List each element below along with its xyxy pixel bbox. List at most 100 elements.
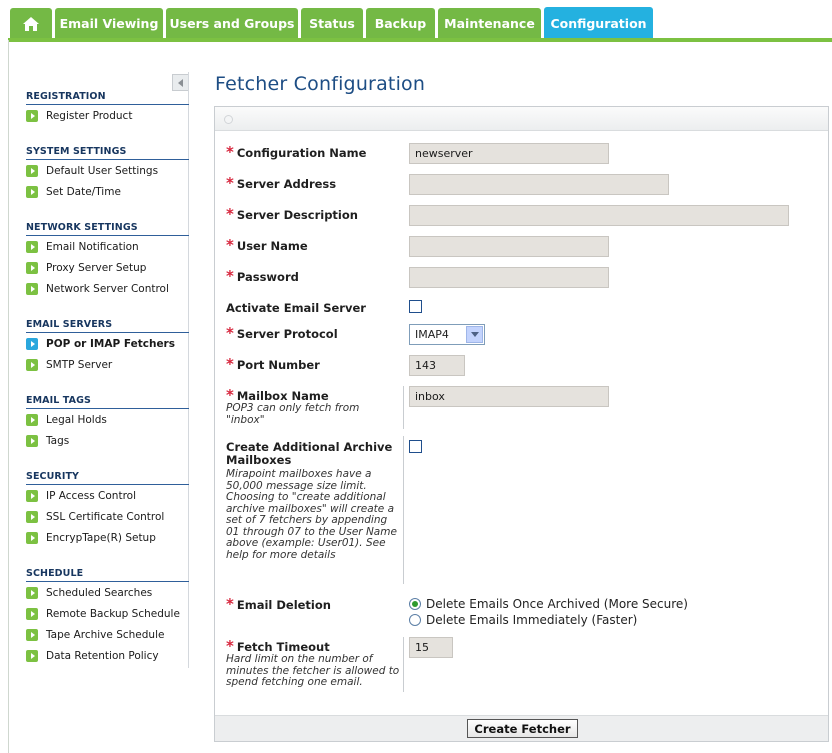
home-icon (23, 16, 39, 31)
create-archive-mailboxes-note: Mirapoint mailboxes have a 50,000 messag… (226, 468, 397, 561)
mailbox-name-field[interactable]: inbox (409, 386, 609, 407)
required-star-icon: * (226, 637, 234, 655)
radio-unselected-icon (409, 614, 421, 626)
activate-email-server-label: Activate Email Server (226, 301, 366, 315)
label-text: User Name (236, 238, 308, 253)
sidebar-item-network-server-control[interactable]: Network Server Control (26, 281, 169, 297)
create-archive-mailboxes-checkbox[interactable] (409, 440, 422, 453)
row-divider (403, 386, 404, 429)
server-protocol-select[interactable]: IMAP4 (409, 324, 485, 345)
arrow-bullet-icon (26, 532, 38, 544)
sidebar-item-remote-backup-schedule[interactable]: Remote Backup Schedule (26, 606, 180, 622)
delete-immediately-radio[interactable]: Delete Emails Immediately (Faster) (409, 612, 637, 628)
chevron-down-icon (466, 326, 483, 343)
delete-once-archived-radio[interactable]: Delete Emails Once Archived (More Secure… (409, 596, 688, 612)
sidebar-item-label: Register Product (46, 110, 133, 122)
sidebar-item-scheduled-searches[interactable]: Scheduled Searches (26, 585, 152, 601)
tab-home[interactable] (10, 8, 52, 39)
arrow-bullet-icon (26, 608, 38, 620)
fetch-timeout-field[interactable]: 15 (409, 637, 453, 658)
config-name-field[interactable]: newserver (409, 143, 609, 164)
radio-label: Delete Emails Once Archived (More Secure… (426, 597, 688, 611)
port-number-label: * Port Number (226, 357, 320, 372)
label-text: Email Deletion (236, 597, 331, 612)
content-frame-edge (8, 40, 9, 753)
panel-footer: Create Fetcher (215, 715, 828, 741)
sidebar-item-label: Set Date/Time (46, 186, 121, 198)
sidebar-item-label: Tape Archive Schedule (46, 629, 165, 641)
sidebar-item-tape-archive-schedule[interactable]: Tape Archive Schedule (26, 627, 164, 643)
sidebar-item-label: Remote Backup Schedule (46, 608, 180, 620)
tab-status[interactable]: Status (301, 8, 363, 39)
sidebar-item-smtp-server[interactable]: SMTP Server (26, 357, 112, 373)
tab-configuration[interactable]: Configuration (544, 7, 653, 40)
required-star-icon: * (226, 174, 234, 192)
sidebar-item-data-retention-policy[interactable]: Data Retention Policy (26, 648, 159, 664)
create-archive-mailboxes-label: Create Additional Archive Mailboxes (226, 441, 404, 467)
sidebar-item-label: POP or IMAP Fetchers (46, 338, 175, 350)
label-text: Configuration Name (236, 145, 367, 160)
password-field[interactable] (409, 267, 609, 288)
config-name-label: * Configuration Name (226, 145, 366, 160)
arrow-bullet-icon (26, 283, 38, 295)
server-protocol-label: * Server Protocol (226, 326, 338, 341)
sidebar-item-proxy-server-setup[interactable]: Proxy Server Setup (26, 260, 146, 276)
create-fetcher-button[interactable]: Create Fetcher (467, 719, 578, 738)
arrow-bullet-icon (26, 629, 38, 641)
sidebar-item-pop-imap-fetchers[interactable]: POP or IMAP Fetchers (26, 336, 175, 352)
sidebar-item-ssl-certificate-control[interactable]: SSL Certificate Control (26, 509, 164, 525)
activate-email-server-checkbox[interactable] (409, 300, 422, 313)
tab-maintenance[interactable]: Maintenance (438, 8, 541, 39)
required-star-icon: * (226, 143, 234, 161)
password-label: * Password (226, 269, 299, 284)
arrow-bullet-icon (26, 359, 38, 371)
label-text: Mailbox Name (236, 388, 329, 403)
sidebar-item-label: Data Retention Policy (46, 650, 159, 662)
sidebar-section-security: SECURITY (26, 471, 189, 485)
sidebar-item-ip-access-control[interactable]: IP Access Control (26, 488, 136, 504)
page-title: Fetcher Configuration (215, 73, 426, 95)
circle-icon (224, 115, 233, 124)
arrow-bullet-icon (26, 511, 38, 523)
tab-backup[interactable]: Backup (366, 8, 435, 39)
sidebar-item-encryptape-setup[interactable]: EncrypTape(R) Setup (26, 530, 156, 546)
fetch-timeout-label: * Fetch Timeout (226, 639, 330, 654)
label-text: Server Description (236, 207, 358, 222)
arrow-bullet-icon (26, 110, 38, 122)
sidebar-item-tags[interactable]: Tags (26, 433, 69, 449)
sidebar: REGISTRATION Register Product SYSTEM SET… (26, 72, 189, 668)
sidebar-item-label: SSL Certificate Control (46, 511, 165, 523)
sidebar-item-email-notification[interactable]: Email Notification (26, 239, 139, 255)
label-text: Fetch Timeout (236, 639, 330, 654)
sidebar-item-default-user-settings[interactable]: Default User Settings (26, 163, 158, 179)
label-text: Password (236, 269, 299, 284)
mailbox-name-label: * Mailbox Name (226, 388, 329, 403)
server-description-field[interactable] (409, 205, 789, 226)
sidebar-item-set-date-time[interactable]: Set Date/Time (26, 184, 121, 200)
row-divider (403, 637, 404, 692)
port-number-field[interactable]: 143 (409, 355, 465, 376)
sidebar-item-label: Legal Holds (46, 414, 107, 426)
sidebar-item-label: IP Access Control (46, 490, 137, 502)
server-address-field[interactable] (409, 174, 669, 195)
required-star-icon: * (226, 205, 234, 223)
panel-header (215, 107, 828, 131)
arrow-bullet-icon (26, 241, 38, 253)
arrow-bullet-icon (26, 165, 38, 177)
tab-users-and-groups[interactable]: Users and Groups (166, 8, 298, 39)
label-text: Server Protocol (236, 326, 338, 341)
label-text: Activate Email Server (226, 301, 366, 315)
sidebar-item-legal-holds[interactable]: Legal Holds (26, 412, 107, 428)
sidebar-section-schedule: SCHEDULE (26, 568, 189, 582)
tab-email-viewing[interactable]: Email Viewing (55, 8, 163, 39)
sidebar-item-label: Scheduled Searches (46, 587, 153, 599)
fetch-timeout-note: Hard limit on the number of minutes the … (226, 653, 400, 688)
mailbox-name-note: POP3 can only fetch from "inbox" (226, 402, 360, 426)
user-name-field[interactable] (409, 236, 609, 257)
arrow-bullet-icon (26, 414, 38, 426)
sidebar-section-system-settings: SYSTEM SETTINGS (26, 146, 189, 160)
sidebar-item-register-product[interactable]: Register Product (26, 108, 132, 124)
top-nav: Email Viewing Users and Groups Status Ba… (0, 0, 832, 42)
required-star-icon: * (226, 355, 234, 373)
server-address-label: * Server Address (226, 176, 336, 191)
